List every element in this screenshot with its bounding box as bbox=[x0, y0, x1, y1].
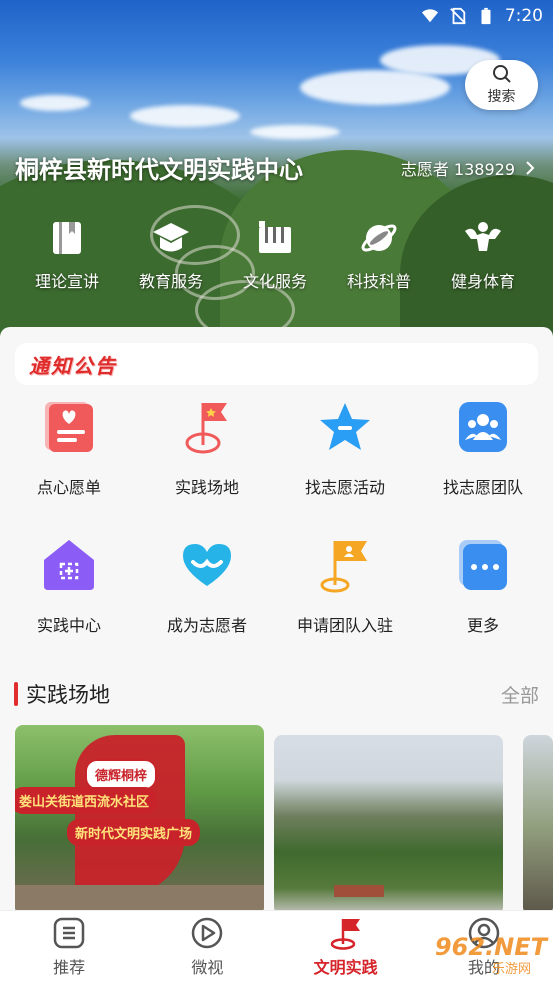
piano-icon bbox=[259, 221, 291, 253]
service-find-activity[interactable]: 找志愿活动 bbox=[276, 397, 414, 535]
team-icon bbox=[459, 402, 507, 452]
cloud-decoration bbox=[130, 105, 240, 127]
venue-card[interactable] bbox=[523, 735, 553, 915]
flag-icon bbox=[330, 919, 360, 950]
tab-video[interactable]: 微视 bbox=[138, 911, 276, 983]
venue-carousel[interactable]: 德辉桐梓 娄山关街道西流水社区 新时代文明实践广场 bbox=[15, 725, 553, 915]
service-practice-center[interactable]: 实践中心 bbox=[0, 535, 138, 673]
star-icon bbox=[320, 403, 370, 450]
cloud-decoration bbox=[20, 95, 90, 111]
service-grid: 点心愿单 实践场地 找志愿活动 找志愿团队 实践中心 成为志愿者 申请团队入驻 … bbox=[0, 397, 553, 673]
service-label: 成为志愿者 bbox=[166, 616, 247, 635]
fitness-icon bbox=[465, 222, 501, 251]
graduation-cap-icon bbox=[153, 223, 189, 252]
center-title: 桐梓县新时代文明实践中心 bbox=[15, 156, 303, 184]
category-culture[interactable]: 文化服务 bbox=[223, 218, 327, 292]
tab-label: 文明实践 bbox=[313, 958, 378, 977]
section-title: 实践场地 bbox=[26, 683, 110, 707]
service-more[interactable]: 更多 bbox=[414, 535, 552, 673]
status-time: 7:20 bbox=[504, 6, 543, 26]
notice-title: 通知公告 bbox=[29, 353, 117, 378]
watermark-subtext: 乐游网 bbox=[491, 962, 531, 977]
service-label: 申请团队入驻 bbox=[296, 616, 393, 635]
view-all-link[interactable]: 全部 bbox=[501, 681, 539, 708]
category-row: 理论宣讲 教育服务 文化服务 科技科普 健身体育 bbox=[0, 218, 553, 292]
team-flag-icon bbox=[320, 541, 367, 593]
category-label: 文化服务 bbox=[242, 272, 307, 291]
no-sim-icon bbox=[449, 7, 466, 25]
venue-sign-middle: 娄山关街道西流水社区 bbox=[15, 787, 158, 814]
search-button[interactable]: 搜索 bbox=[465, 60, 538, 110]
service-become-volunteer[interactable]: 成为志愿者 bbox=[138, 535, 276, 673]
category-label: 教育服务 bbox=[138, 272, 203, 291]
wifi-icon bbox=[421, 9, 438, 23]
category-label: 理论宣讲 bbox=[34, 272, 99, 291]
venue-card[interactable] bbox=[274, 735, 503, 915]
venue-sign-top: 德辉桐梓 bbox=[85, 759, 158, 790]
category-theory[interactable]: 理论宣讲 bbox=[15, 218, 119, 292]
volunteer-count: 志愿者 138929 bbox=[400, 160, 515, 179]
service-label: 更多 bbox=[466, 616, 499, 635]
search-icon bbox=[492, 65, 511, 83]
main-panel: 通知公告 点心愿单 实践场地 找志愿活动 找志愿团队 实践中心 成为志愿者 申请… bbox=[0, 327, 553, 927]
category-science[interactable]: 科技科普 bbox=[327, 218, 431, 292]
status-bar: 7:20 bbox=[421, 0, 553, 32]
chevron-right-icon bbox=[526, 161, 535, 175]
search-label: 搜索 bbox=[487, 89, 516, 105]
service-label: 找志愿活动 bbox=[304, 478, 385, 497]
heart-icon bbox=[183, 544, 231, 586]
tab-civilization-practice[interactable]: 文明实践 bbox=[277, 911, 415, 983]
book-icon bbox=[53, 222, 81, 254]
category-education[interactable]: 教育服务 bbox=[119, 218, 223, 292]
category-label: 健身体育 bbox=[450, 272, 515, 291]
notice-banner[interactable]: 通知公告 bbox=[15, 343, 538, 385]
more-icon bbox=[459, 540, 507, 590]
service-find-team[interactable]: 找志愿团队 bbox=[414, 397, 552, 535]
location-flag-icon bbox=[185, 403, 227, 454]
planet-icon bbox=[361, 224, 397, 252]
service-wish-list[interactable]: 点心愿单 bbox=[0, 397, 138, 535]
volunteer-count-link[interactable]: 志愿者 138929 bbox=[401, 156, 535, 180]
tab-recommend[interactable]: 推荐 bbox=[0, 911, 138, 983]
service-label: 实践场地 bbox=[174, 478, 239, 497]
service-label: 实践中心 bbox=[36, 616, 101, 635]
tab-label: 推荐 bbox=[53, 958, 86, 977]
watermark-text: 962.NET bbox=[434, 933, 547, 961]
tab-label: 微视 bbox=[191, 958, 224, 977]
venue-sign-bottom: 新时代文明实践广场 bbox=[67, 819, 201, 846]
venue-building bbox=[334, 885, 384, 897]
service-practice-venue[interactable]: 实践场地 bbox=[138, 397, 276, 535]
venue-card[interactable]: 德辉桐梓 娄山关街道西流水社区 新时代文明实践广场 bbox=[15, 725, 264, 915]
service-label: 找志愿团队 bbox=[442, 478, 523, 497]
category-label: 科技科普 bbox=[346, 272, 411, 291]
section-header: 实践场地 全部 bbox=[14, 679, 539, 709]
home-center-icon bbox=[44, 540, 94, 590]
category-fitness[interactable]: 健身体育 bbox=[431, 218, 535, 292]
cloud-decoration bbox=[300, 70, 450, 105]
service-apply-team[interactable]: 申请团队入驻 bbox=[276, 535, 414, 673]
play-icon bbox=[192, 917, 223, 949]
section-accent-bar bbox=[14, 682, 18, 706]
list-icon bbox=[53, 917, 85, 949]
wish-list-icon bbox=[45, 402, 93, 452]
cloud-decoration bbox=[250, 125, 340, 139]
service-label: 点心愿单 bbox=[36, 478, 101, 497]
battery-icon bbox=[481, 7, 491, 25]
